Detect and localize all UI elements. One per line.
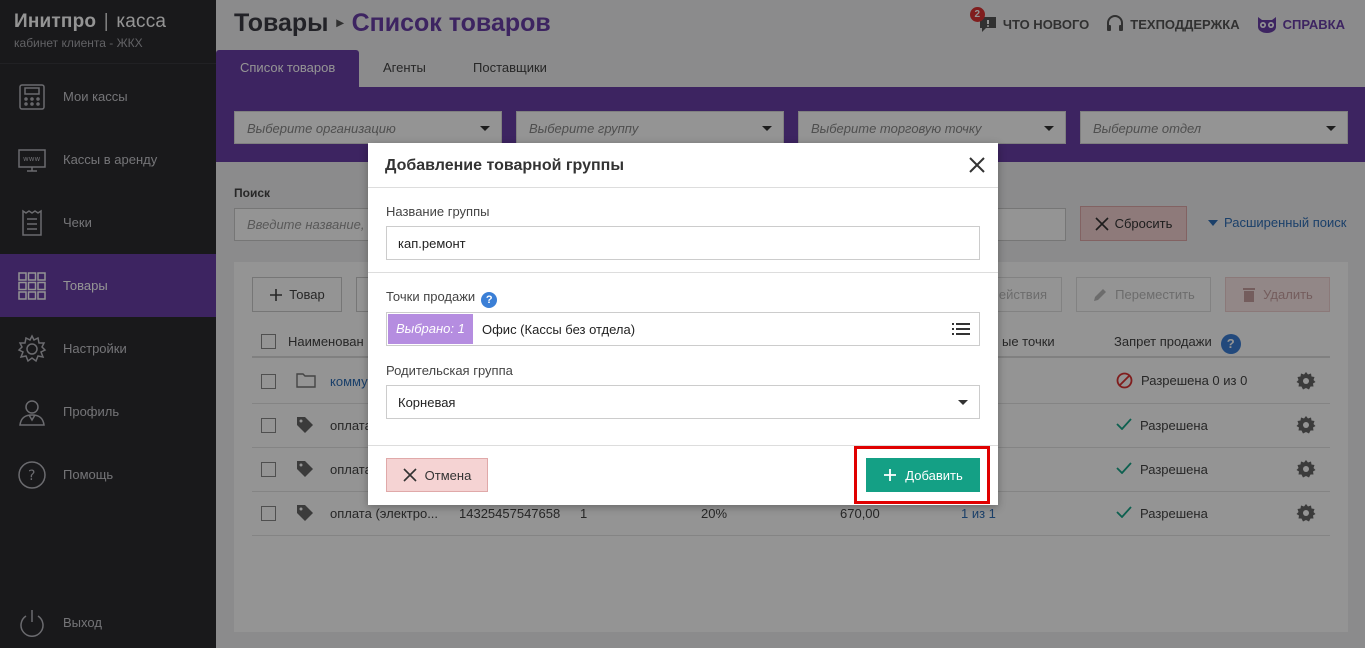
selected-count-chip: Выбрано: 1 bbox=[388, 314, 473, 344]
divider bbox=[368, 272, 998, 273]
group-name-input[interactable]: кап.ремонт bbox=[386, 226, 980, 260]
points-label-text: Точки продажи bbox=[386, 289, 476, 304]
group-name-label: Название группы bbox=[386, 204, 490, 219]
close-icon bbox=[403, 468, 417, 482]
chevron-down-icon bbox=[958, 400, 968, 405]
cancel-label: Отмена bbox=[424, 467, 472, 483]
points-label: Точки продажи? bbox=[386, 289, 498, 308]
parent-group-select[interactable]: Корневая bbox=[386, 385, 980, 419]
points-value: Офис (Кассы без отдела) bbox=[482, 322, 636, 337]
highlight-frame bbox=[854, 446, 990, 504]
points-multiselect[interactable]: Выбрано: 1 Офис (Кассы без отдела) bbox=[386, 312, 980, 346]
help-icon[interactable]: ? bbox=[481, 292, 498, 308]
parent-group-value: Корневая bbox=[398, 395, 456, 410]
parent-group-label: Родительская группа bbox=[386, 363, 513, 378]
cancel-button[interactable]: Отмена bbox=[386, 458, 488, 492]
dialog-header: Добавление товарной группы bbox=[368, 143, 998, 188]
group-name-value: кап.ремонт bbox=[398, 236, 466, 251]
list-icon[interactable] bbox=[952, 323, 970, 335]
close-icon[interactable] bbox=[968, 156, 986, 174]
dialog-title: Добавление товарной группы bbox=[385, 157, 624, 174]
